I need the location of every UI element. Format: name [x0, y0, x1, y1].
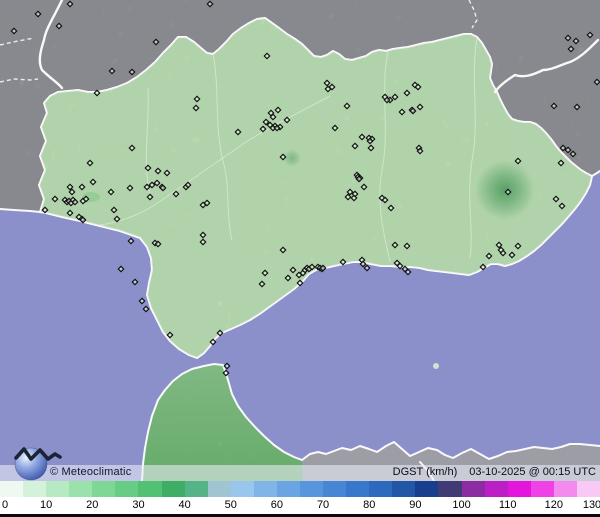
weather-map	[0, 0, 600, 481]
legend-segment	[553, 481, 577, 497]
legend-segment	[253, 481, 277, 497]
legend-segment	[115, 481, 139, 497]
info-band: © Meteoclimatic DGST (km/h) 03-10-2025 @…	[0, 465, 600, 481]
legend-ticks: 0 10 20 30 40 50 60 70 80 90 100 110 120 130	[0, 497, 600, 514]
legend-colorbar	[0, 481, 600, 497]
legend-segment	[484, 481, 508, 497]
legend-segment	[438, 481, 462, 497]
legend-segment	[230, 481, 254, 497]
band-right: DGST (km/h) 03-10-2025 @ 00:15 UTC	[393, 466, 596, 478]
legend-segment	[276, 481, 301, 497]
legend-tick-label: 70	[316, 499, 330, 511]
legend-segment	[69, 481, 93, 497]
legend-segment	[184, 481, 208, 497]
legend-tick-label: 30	[132, 499, 145, 511]
legend-segment	[161, 481, 185, 497]
legend-tick-label: 20	[86, 499, 99, 511]
weather-map-screenshot: © Meteoclimatic DGST (km/h) 03-10-2025 @…	[0, 0, 600, 517]
legend-tick-label: 10	[40, 499, 53, 511]
legend-tick-label: 130	[582, 499, 600, 511]
legend-segment	[207, 481, 231, 497]
sea-station-dot	[433, 363, 439, 369]
legend-segment	[346, 481, 370, 497]
legend-segment	[369, 481, 393, 497]
meteoclimatic-logo	[14, 447, 62, 481]
legend-tick-label: 90	[409, 499, 422, 511]
legend-tick-label: 100	[452, 499, 471, 511]
gust-hotspot	[475, 160, 535, 220]
legend-tick-label: 50	[224, 499, 237, 511]
gust-hotspot-small	[283, 149, 301, 167]
legend-tick-label: 0	[2, 499, 9, 511]
legend-segment	[392, 481, 416, 497]
legend-segment	[461, 481, 485, 497]
legend-segment	[415, 481, 439, 497]
timestamp-label: 03-10-2025 @ 00:15 UTC	[469, 466, 596, 478]
legend-tick-label: 120	[544, 499, 564, 511]
legend-tick-label: 40	[178, 499, 191, 511]
legend-segment	[92, 481, 116, 497]
legend-segment	[323, 481, 347, 497]
legend-segment	[576, 481, 600, 497]
legend-tick-label: 110	[498, 499, 517, 511]
legend-tick-label: 60	[270, 499, 284, 511]
legend-segment	[138, 481, 162, 497]
legend-segment	[530, 481, 554, 497]
product-label: DGST (km/h)	[392, 466, 458, 478]
legend-tick-label: 80	[363, 499, 376, 511]
legend-segment	[300, 481, 324, 497]
legend-segment	[507, 481, 531, 497]
